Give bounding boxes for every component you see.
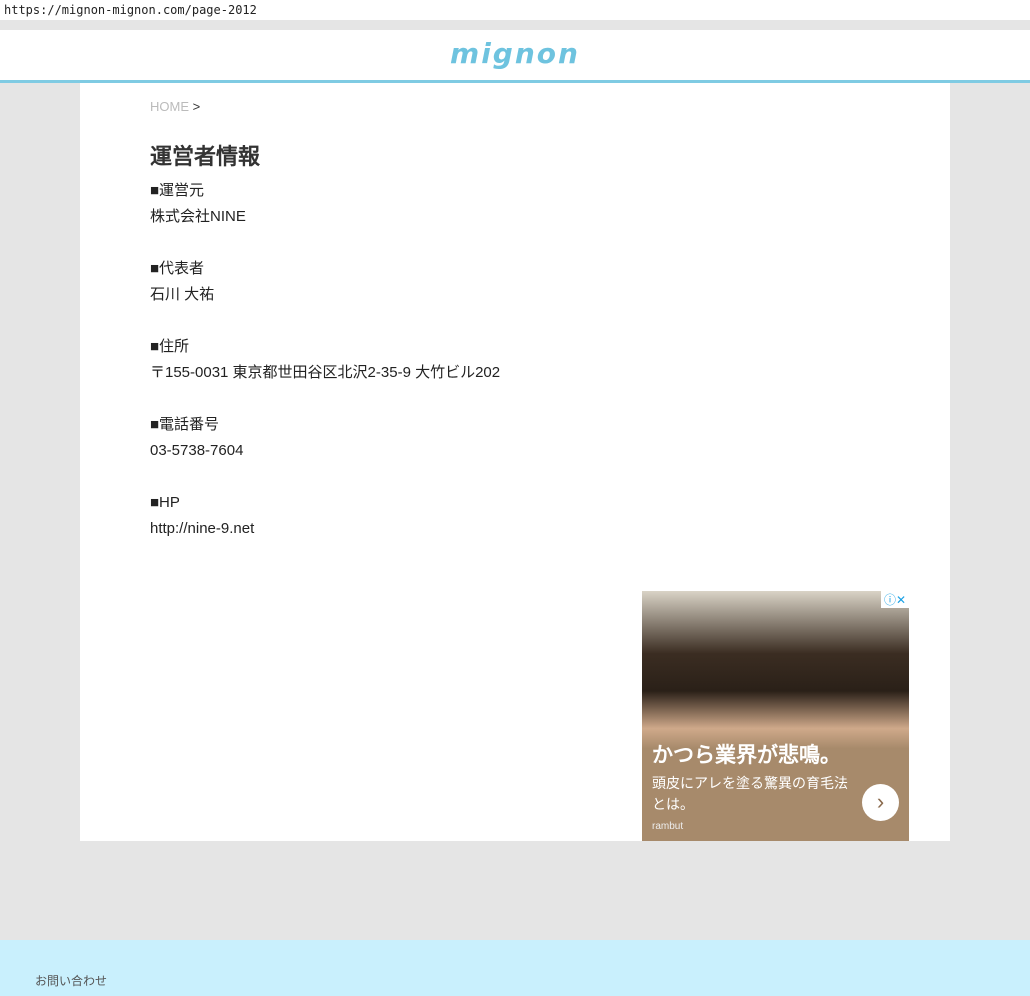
info-address: ■住所〒155-0031 東京都世田谷区北沢2-35-9 大竹ビル202 [150,334,500,386]
advertisement[interactable]: ⓘ✕ かつら業界が悲鳴。 頭皮にアレを塗る驚異の育毛法とは。 rambut › [642,591,909,841]
ad-arrow-button[interactable]: › [862,784,899,821]
breadcrumb-home-link[interactable]: HOME [150,99,189,114]
info-value: http://nine-9.net [150,520,255,537]
info-label: ■代表者 [150,260,205,277]
info-value: 株式会社NINE [150,208,246,225]
site-logo[interactable]: mignon [450,37,580,70]
address-bar[interactable]: https://mignon-mignon.com/page-2012 [0,0,1030,20]
ad-description[interactable]: 頭皮にアレを塗る驚異の育毛法とは。 [652,773,852,815]
info-label: ■運営元 [150,182,205,199]
operator-info: ■運営元株式会社NINE ■代表者石川 大祐 ■住所〒155-0031 東京都世… [150,178,500,568]
site-footer: お問い合わせ [0,940,1030,996]
breadcrumb: HOME > [150,99,200,114]
main-content: HOME > 運営者情報 ■運営元株式会社NINE ■代表者石川 大祐 ■住所〒… [80,83,950,841]
ad-sponsor: rambut [652,821,684,832]
site-header: mignon [0,30,1030,83]
ad-headline[interactable]: かつら業界が悲鳴。 [652,739,841,769]
info-representative: ■代表者石川 大祐 [150,256,500,308]
ad-close-icon[interactable]: ⓘ✕ [880,591,909,608]
info-label: ■電話番号 [150,416,220,433]
info-operator: ■運営元株式会社NINE [150,178,500,230]
info-hp: ■HP http://nine-9.net [150,490,500,542]
info-label: ■住所 [150,338,190,355]
info-value: 〒155-0031 東京都世田谷区北沢2-35-9 大竹ビル202 [150,364,501,381]
page-title: 運営者情報 [150,144,261,169]
info-value: 03-5738-7604 [150,442,244,459]
footer-contact-link[interactable]: お問い合わせ [35,972,107,989]
info-value: 石川 大祐 [150,286,215,303]
breadcrumb-separator: > [192,99,201,114]
info-phone: ■電話番号 03-5738-7604 [150,412,500,464]
info-label: ■HP [150,494,180,511]
